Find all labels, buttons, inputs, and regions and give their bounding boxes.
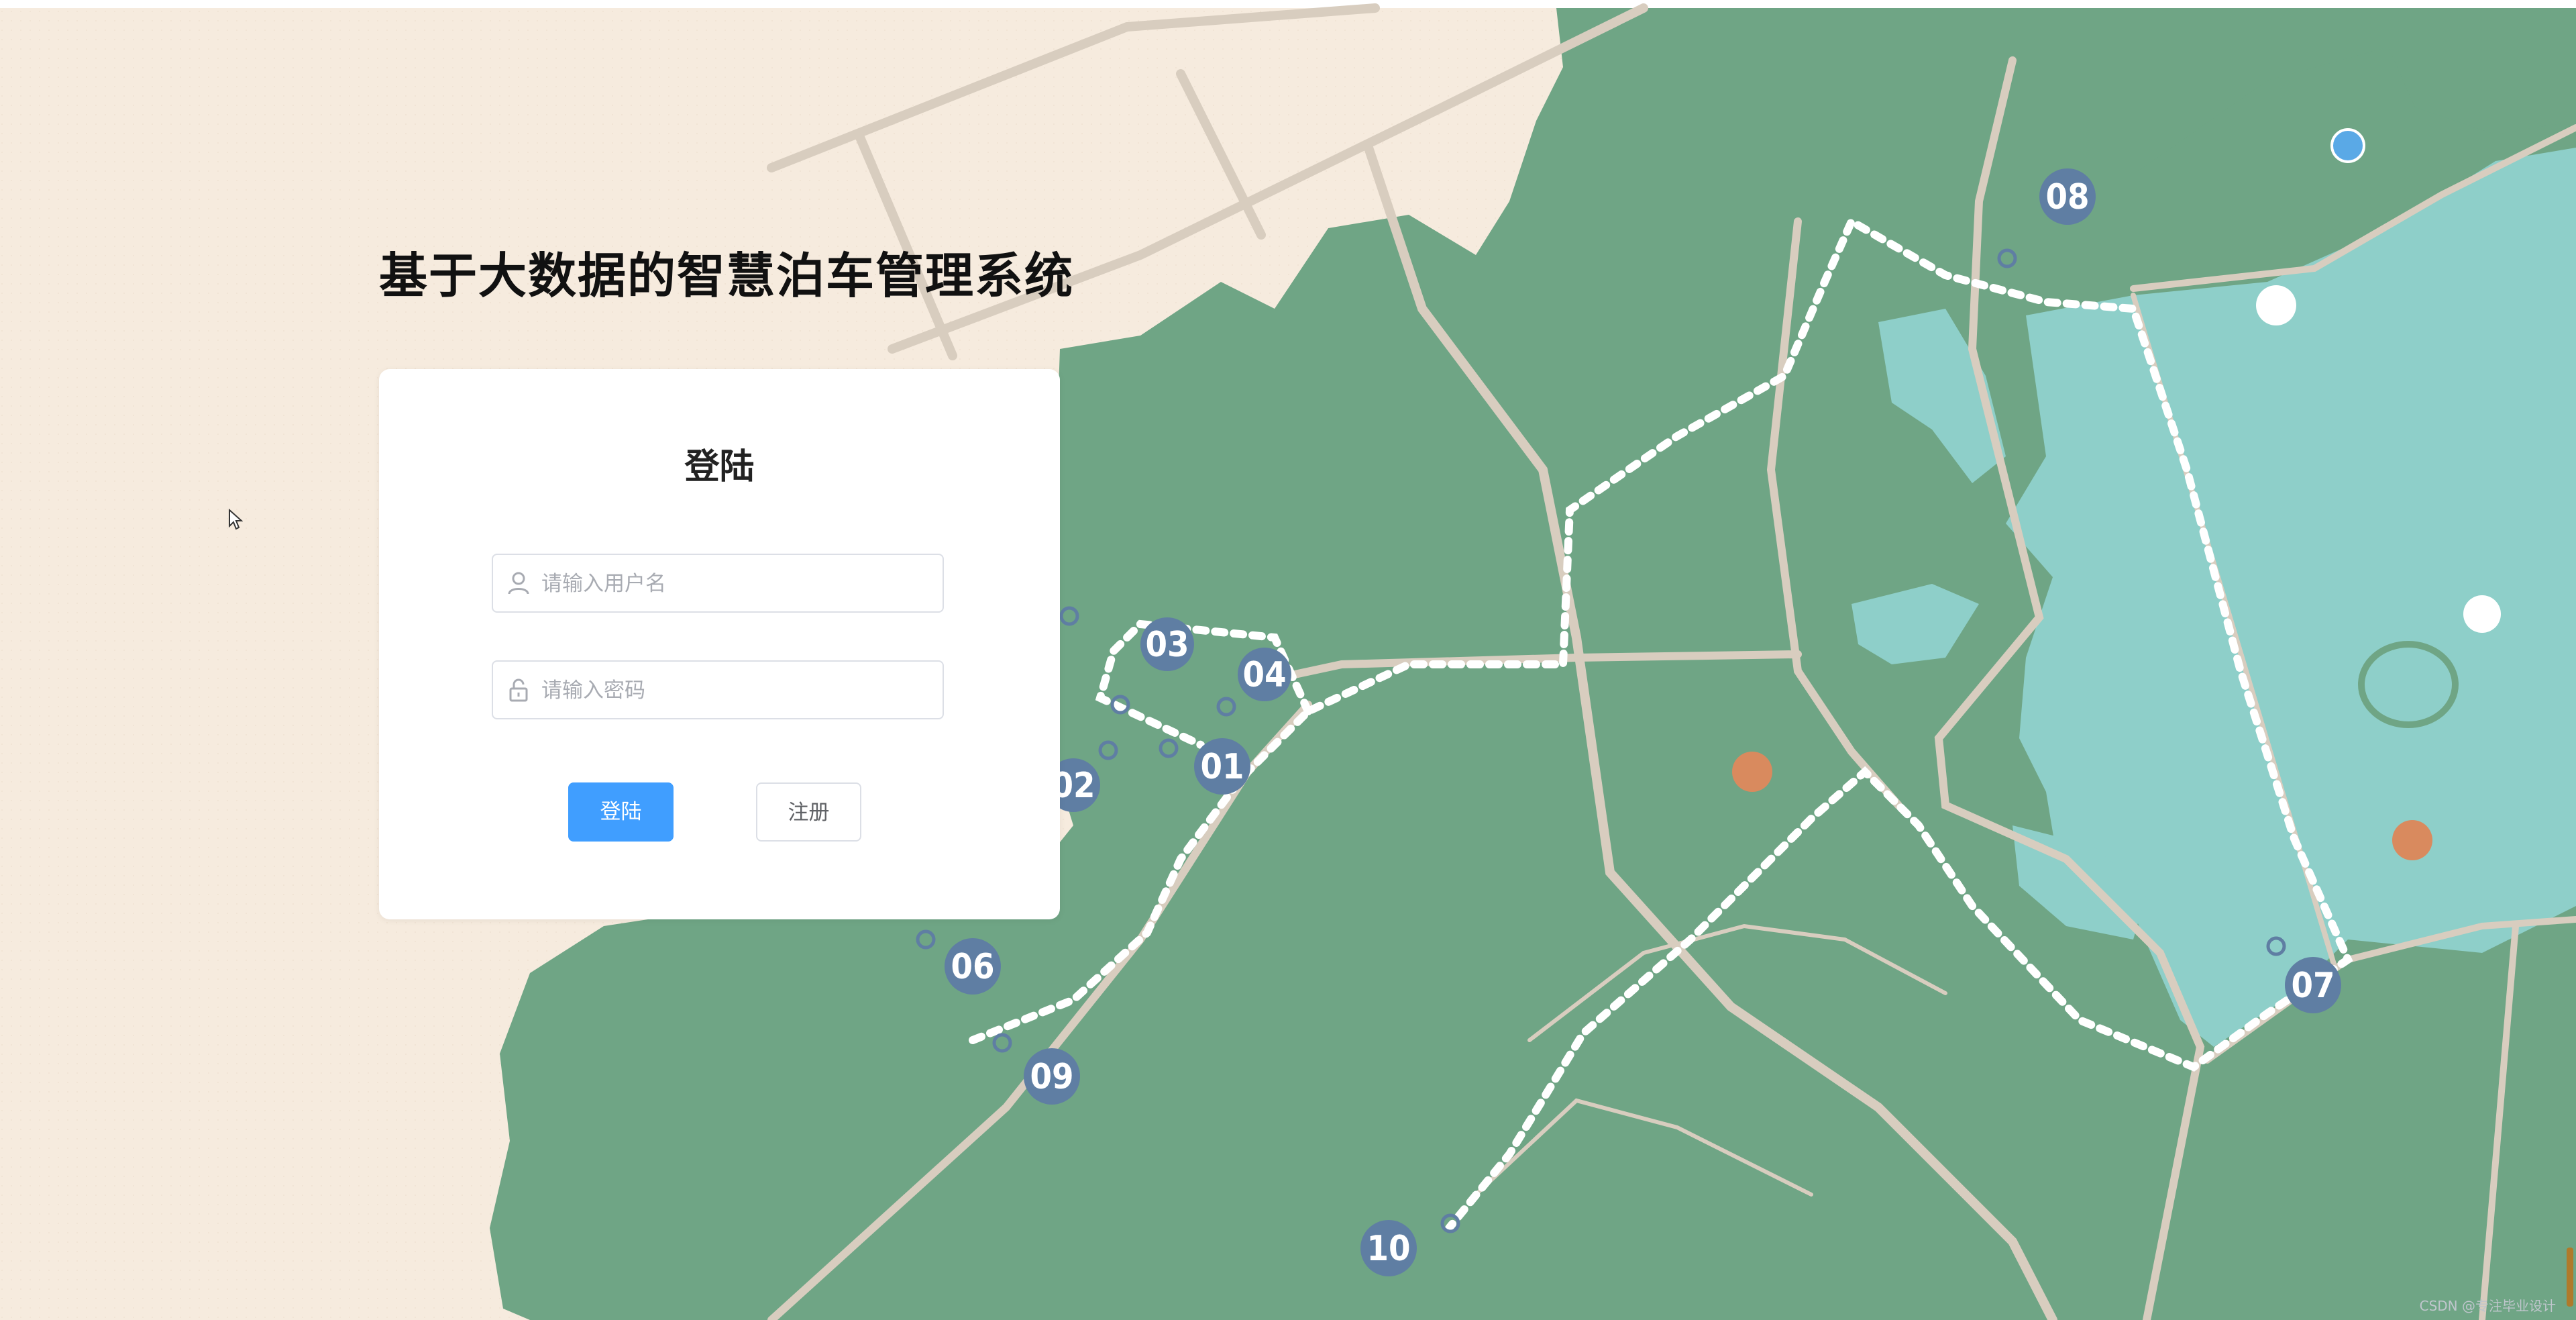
svg-text:09: 09	[1030, 1057, 1073, 1097]
svg-text:08: 08	[2045, 177, 2089, 217]
marker-01: 01	[1194, 738, 1250, 795]
scrollbar-thumb[interactable]	[2567, 1248, 2573, 1307]
museum-icon	[1732, 752, 1772, 792]
lock-icon	[509, 678, 528, 702]
marker-07: 07	[2285, 957, 2341, 1013]
register-button[interactable]: 注册	[756, 782, 861, 842]
museum-icon	[2392, 820, 2432, 860]
marker-03: 03	[1140, 617, 1194, 671]
mouse-cursor-icon	[229, 509, 243, 530]
login-card: 登陆 登陆 注册	[379, 369, 1060, 919]
login-button[interactable]: 登陆	[568, 782, 674, 842]
page-background: 01 02 03 04 06 07 08 09 10 基于大数据的智慧泊车管理系…	[0, 0, 2576, 1320]
password-input[interactable]	[540, 662, 938, 719]
svg-text:10: 10	[1366, 1229, 1410, 1269]
password-field[interactable]	[492, 660, 944, 719]
marker-08: 08	[2039, 168, 2096, 225]
marker-06: 06	[945, 938, 1001, 995]
location-dot-icon	[2330, 128, 2365, 163]
watermark: CSDN @专注毕业设计	[2419, 1298, 2556, 1314]
login-heading: 登陆	[684, 447, 755, 487]
marker-10: 10	[1360, 1220, 1417, 1276]
svg-text:03: 03	[1145, 625, 1189, 665]
svg-text:01: 01	[1200, 747, 1244, 787]
tree-icon	[2463, 595, 2501, 633]
svg-text:04: 04	[1242, 655, 1286, 695]
svg-text:07: 07	[2291, 966, 2334, 1006]
user-icon	[508, 572, 529, 595]
app-title: 基于大数据的智慧泊车管理系统	[379, 248, 1075, 304]
marker-04: 04	[1238, 648, 1291, 701]
marker-09: 09	[1024, 1048, 1080, 1105]
username-input[interactable]	[540, 555, 938, 613]
svg-text:06: 06	[951, 947, 994, 987]
tree-icon	[2256, 285, 2296, 325]
username-field[interactable]	[492, 554, 944, 613]
